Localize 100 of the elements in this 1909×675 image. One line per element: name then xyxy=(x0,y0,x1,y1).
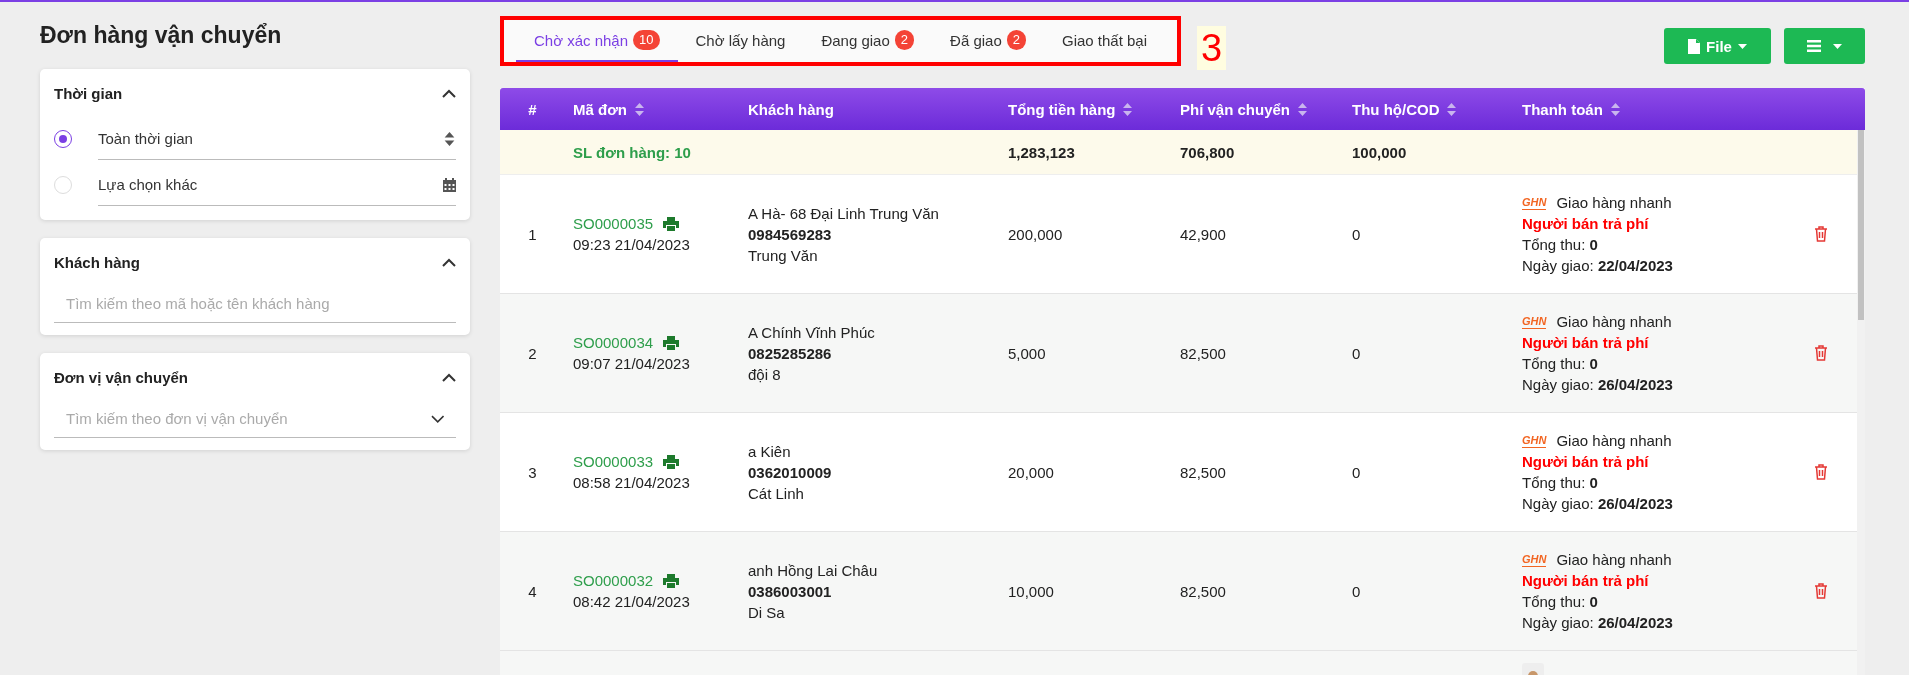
carrier-logo: GHN xyxy=(1522,195,1547,210)
carrier-name: Giao hàng nhanh xyxy=(1556,193,1672,213)
trash-icon[interactable] xyxy=(1813,226,1828,242)
count-badge: 2 xyxy=(1006,30,1026,50)
table-cell: 82,500 xyxy=(1180,582,1226,600)
table-cell: 10,000 xyxy=(1008,582,1054,600)
summary-total: 100,000 xyxy=(1352,143,1407,161)
order-link[interactable]: SO0000035 xyxy=(573,213,654,234)
tab[interactable]: Đang giao 2 xyxy=(803,20,933,62)
chevron-up-icon[interactable] xyxy=(442,372,456,383)
table-cell: 0 xyxy=(1352,463,1361,481)
trash-icon[interactable] xyxy=(1813,345,1828,361)
chevron-up-icon[interactable] xyxy=(442,88,456,99)
summary-total: 1,283,123 xyxy=(1008,143,1075,161)
order-time: 09:07 21/04/2023 xyxy=(573,354,691,374)
row-number: 3 xyxy=(528,463,537,481)
tab[interactable]: Chờ xác nhận 10 xyxy=(516,20,678,62)
carrier-name: Giao hàng nhanh xyxy=(1556,550,1672,570)
table-cell: 0 xyxy=(1352,344,1361,362)
scrollbar[interactable] xyxy=(1857,130,1865,675)
sort-icon[interactable] xyxy=(1123,102,1133,116)
count-badge: 2 xyxy=(894,30,915,50)
total-collected: Tổng thu: 0 xyxy=(1522,473,1599,493)
printer-icon[interactable] xyxy=(663,216,680,231)
total-collected: Tổng thu: 0 xyxy=(1522,354,1599,374)
filter-title: Đơn vị vận chuyển xyxy=(54,369,189,386)
column-header: Khách hàng xyxy=(748,100,834,118)
order-time: 08:42 21/04/2023 xyxy=(573,592,691,612)
customer-name: a Kiên xyxy=(748,441,792,462)
menu-button[interactable] xyxy=(1784,28,1865,64)
table-cell: 20,000 xyxy=(1008,463,1054,481)
column-header[interactable]: Thanh toán xyxy=(1522,100,1603,118)
order-link[interactable]: SO0000033 xyxy=(573,451,654,472)
tab[interactable]: Đã giao 2 xyxy=(932,20,1044,62)
customer-address: đội 8 xyxy=(748,364,782,385)
customer-address: Cát Linh xyxy=(748,483,805,504)
count-badge: 10 xyxy=(633,30,660,50)
column-header: # xyxy=(528,100,537,118)
order-link[interactable]: SO0000034 xyxy=(573,332,654,353)
table-cell: 0 xyxy=(1352,582,1361,600)
row-number: 4 xyxy=(528,582,537,600)
calendar-icon xyxy=(443,177,456,192)
summary-total: 706,800 xyxy=(1180,143,1235,161)
column-header[interactable]: Tổng tiền hàng xyxy=(1008,100,1116,118)
carrier-logo: GHN xyxy=(1522,433,1547,448)
filter-title: Thời gian xyxy=(54,85,123,102)
sort-icon xyxy=(443,131,456,146)
select-field[interactable]: Toàn thời gian xyxy=(98,118,456,160)
column-header[interactable]: Phí vận chuyển xyxy=(1180,100,1291,118)
page-title: Đơn hàng vận chuyển xyxy=(40,22,283,49)
table-cell: 82,500 xyxy=(1180,344,1226,362)
table-cell: 5,000 xyxy=(1008,344,1046,362)
trash-icon[interactable] xyxy=(1813,583,1828,599)
table-cell: 42,900 xyxy=(1180,225,1226,243)
printer-icon[interactable] xyxy=(663,335,680,350)
row-number: 1 xyxy=(528,225,537,243)
sort-icon[interactable] xyxy=(1610,102,1620,116)
carrier-name: Giao hàng nhanh xyxy=(1556,312,1672,332)
order-time: 08:58 21/04/2023 xyxy=(573,473,691,493)
fee-payer: Người bán trả phí xyxy=(1522,214,1650,234)
customer-phone: 0362010009 xyxy=(748,462,833,483)
customer-address: Di Sa xyxy=(748,602,786,623)
table-cell: 200,000 xyxy=(1008,225,1063,243)
customer-address: Trung Văn xyxy=(748,245,819,266)
chevron-up-icon[interactable] xyxy=(442,257,456,268)
order-link[interactable]: SO0000032 xyxy=(573,570,654,591)
tab[interactable]: Chờ lấy hàng xyxy=(677,20,804,62)
filter-title: Khách hàng xyxy=(54,254,140,271)
caret-icon xyxy=(1833,43,1842,49)
sort-icon[interactable] xyxy=(1447,102,1457,116)
carrier-name: Giao hàng nhanh xyxy=(1556,431,1672,451)
customer-phone: 0825285286 xyxy=(748,343,833,364)
table-cell: 82,500 xyxy=(1180,463,1226,481)
sort-icon[interactable] xyxy=(1298,102,1308,116)
delivery-date: Ngày giao: 26/04/2023 xyxy=(1522,494,1674,514)
delivery-date: Ngày giao: 26/04/2023 xyxy=(1522,375,1674,395)
carrier-logo: GHN xyxy=(1522,552,1547,567)
sort-icon[interactable] xyxy=(635,102,644,116)
tab[interactable]: Giao thất bại xyxy=(1044,20,1166,62)
column-header[interactable]: Thu hộ/COD xyxy=(1352,100,1440,118)
trash-icon[interactable] xyxy=(1813,464,1828,480)
customer-name: anh Hồng Lai Châu xyxy=(748,560,879,581)
table-cell: 0 xyxy=(1352,225,1361,243)
printer-icon[interactable] xyxy=(663,573,680,588)
printer-icon[interactable] xyxy=(663,454,680,469)
file-icon xyxy=(1688,38,1701,54)
delivery-date: Ngày giao: 26/04/2023 xyxy=(1522,613,1674,633)
menu-icon xyxy=(1807,40,1821,52)
customer-name: A Chính Vĩnh Phúc xyxy=(748,322,876,343)
customer-phone: 0386003001 xyxy=(748,581,833,602)
caret-icon xyxy=(1737,43,1747,49)
row-number: 2 xyxy=(528,344,537,362)
fee-payer: Người bán trả phí xyxy=(1522,333,1650,353)
column-header[interactable]: Mã đơn xyxy=(573,100,627,118)
fee-payer: Người bán trả phí xyxy=(1522,452,1650,472)
fee-payer: Người bán trả phí xyxy=(1522,571,1650,591)
customer-phone: 0984569283 xyxy=(748,224,833,245)
total-collected: Tổng thu: 0 xyxy=(1522,235,1599,255)
select-field[interactable]: Lựa chọn khác xyxy=(98,164,456,206)
chevron-down-icon xyxy=(430,413,444,424)
